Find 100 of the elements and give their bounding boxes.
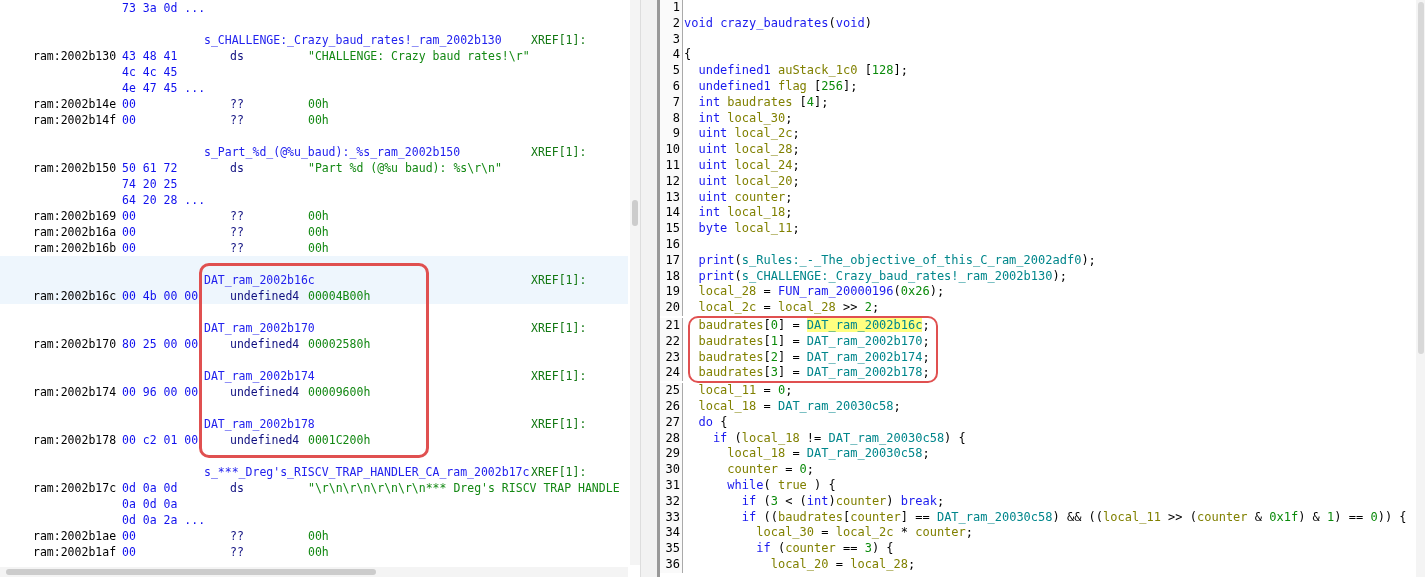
line-number: 30 <box>660 462 683 478</box>
address: ram:2002b174 <box>33 385 117 399</box>
code-line: undefined1 flag [256]; <box>697 79 858 93</box>
code-line: if (local_18 != DAT_ram_20030c58) { <box>711 430 966 445</box>
code-line: baudrates[0] = DAT_ram_2002b16c; <box>697 317 930 332</box>
xref-label[interactable]: XREF[1]: <box>531 416 587 432</box>
code-line: print(s_Rules:_-_The_objective_of_this_C_ram_2002adf0); <box>697 252 1096 267</box>
byte-values: 0d 0a 2a ... <box>122 512 206 528</box>
line-number: 19 <box>660 284 683 301</box>
mnemonic: ?? <box>230 209 244 223</box>
byte-values: 00 <box>122 97 136 111</box>
mnemonic: ?? <box>230 225 244 239</box>
mnemonic: ds <box>230 481 244 495</box>
byte-values: 80 25 00 00 <box>122 337 199 351</box>
byte-values: 00 <box>122 241 136 255</box>
label-name[interactable]: s_***_Dreg's_RISCV_TRAP_HANDLER_CA_ram_2002b17c <box>204 464 531 480</box>
line-number: 24 <box>660 365 683 382</box>
code-line: local_18 = DAT_ram_20030c58; <box>697 398 901 413</box>
byte-values: 0a 0d 0a <box>122 496 178 512</box>
mnemonic: ?? <box>230 529 244 543</box>
operand: "\r\n\r\n\r\n\r\n*** Dreg's RISCV TRAP HANDLE <box>308 480 620 496</box>
address: ram:2002b150 <box>33 161 117 175</box>
mnemonic: ?? <box>230 545 244 559</box>
mnemonic: undefined4 <box>230 385 300 399</box>
code-line: int local_30; <box>697 110 793 125</box>
code-line: local_18 = DAT_ram_20030c58; <box>726 446 930 461</box>
address: ram:2002b16a <box>33 225 117 239</box>
code-line: if (3 < (int)counter) break; <box>740 493 945 508</box>
address: ram:2002b14f <box>33 113 117 127</box>
mnemonic: undefined4 <box>230 289 300 303</box>
line-number: 20 <box>660 300 683 316</box>
code-line: void crazy_baudrates(void) <box>684 15 872 30</box>
byte-values: 0d 0a 0d <box>122 481 178 495</box>
label-name[interactable]: DAT_ram_2002b174 <box>204 368 531 384</box>
operand: "CHALLENGE: Crazy baud rates!\r" <box>308 48 530 64</box>
byte-values: 00 <box>122 209 136 223</box>
code-line: { <box>684 47 692 62</box>
mnemonic: ?? <box>230 113 244 127</box>
byte-values: 00 c2 01 00 <box>122 433 199 447</box>
code-line: counter = 0; <box>726 462 815 477</box>
address: ram:2002b16c <box>33 289 117 303</box>
splitter-bar[interactable] <box>641 0 660 577</box>
byte-values: 74 20 25 <box>122 176 178 192</box>
operand: 00h <box>308 208 329 224</box>
byte-values: 4e 47 45 ... <box>122 80 206 96</box>
mnemonic: ?? <box>230 97 244 111</box>
operand: "Part %d (@%u baud): %s\r\n" <box>308 160 502 176</box>
line-number: 1 <box>660 0 683 16</box>
label-name[interactable]: DAT_ram_2002b178 <box>204 416 531 432</box>
code-line: int baudrates [4]; <box>697 94 829 109</box>
operand: 00h <box>308 240 329 256</box>
label-name[interactable]: DAT_ram_2002b16c <box>204 272 531 288</box>
byte-values: 00 <box>122 113 136 127</box>
address: ram:2002b1af <box>33 545 117 559</box>
xref-label[interactable]: XREF[1]: <box>531 32 587 48</box>
scrollbar[interactable] <box>0 567 628 577</box>
code-line: if (counter == 3) { <box>755 541 894 556</box>
code-line: local_11 = 0; <box>697 383 793 398</box>
code-line: int local_18; <box>697 205 793 220</box>
xref-label[interactable]: XREF[1]: <box>531 464 587 480</box>
label-name[interactable]: s_Part_%d_(@%u_baud):_%s_ram_2002b150 <box>204 144 531 160</box>
line-number: 14 <box>660 205 683 222</box>
label-name[interactable]: DAT_ram_2002b170 <box>204 320 531 336</box>
code-line: local_20 = local_28; <box>769 556 916 571</box>
code-line: uint local_28; <box>697 142 800 157</box>
operand: 00h <box>308 96 329 112</box>
scrollbar[interactable] <box>630 0 640 565</box>
xref-label[interactable]: XREF[1]: <box>531 144 587 160</box>
mnemonic: ?? <box>230 241 244 255</box>
line-number: 29 <box>660 446 683 463</box>
address: ram:2002b1ae <box>33 529 117 543</box>
byte-values: 73 3a 0d ... <box>122 0 206 16</box>
scrollbar[interactable] <box>1416 0 1425 577</box>
line-number: 34 <box>660 525 683 542</box>
code-line: byte local_11; <box>697 221 800 236</box>
byte-values: 4c 4c 45 <box>122 64 178 80</box>
address: ram:2002b170 <box>33 337 117 351</box>
code-line: while( true ) { <box>726 477 836 492</box>
code-line: undefined1 auStack_1c0 [128]; <box>697 63 908 78</box>
label-name[interactable]: s_CHALLENGE:_Crazy_baud_rates!_ram_2002b130 <box>204 32 531 48</box>
xref-label[interactable]: XREF[1]: <box>531 272 587 288</box>
address: ram:2002b178 <box>33 433 117 447</box>
xref-label[interactable]: XREF[1]: <box>531 368 587 384</box>
code-line: uint local_24; <box>697 157 800 172</box>
code-line: local_28 = FUN_ram_20000196(0x26); <box>697 284 945 299</box>
line-number: 9 <box>660 126 683 143</box>
address: ram:2002b16b <box>33 241 117 255</box>
byte-values: 00 4b 00 00 <box>122 289 199 303</box>
mnemonic: undefined4 <box>230 433 300 447</box>
byte-values: 00 96 00 00 <box>122 385 199 399</box>
line-number: 15 <box>660 221 683 237</box>
byte-values: 50 61 72 <box>122 161 178 175</box>
xref-label[interactable]: XREF[1]: <box>531 320 587 336</box>
operand: 0001C200h <box>308 432 371 448</box>
code-line: if ((baudrates[counter] == DAT_ram_20030c58) && ((local_11 >> (counter & 0x1f) & 1) == 0)) { <box>740 509 1407 524</box>
line-number: 21 <box>660 317 683 334</box>
line-number: 4 <box>660 47 683 64</box>
mnemonic: ds <box>230 49 244 63</box>
address: ram:2002b17c <box>33 481 117 495</box>
line-number: 5 <box>660 63 683 79</box>
